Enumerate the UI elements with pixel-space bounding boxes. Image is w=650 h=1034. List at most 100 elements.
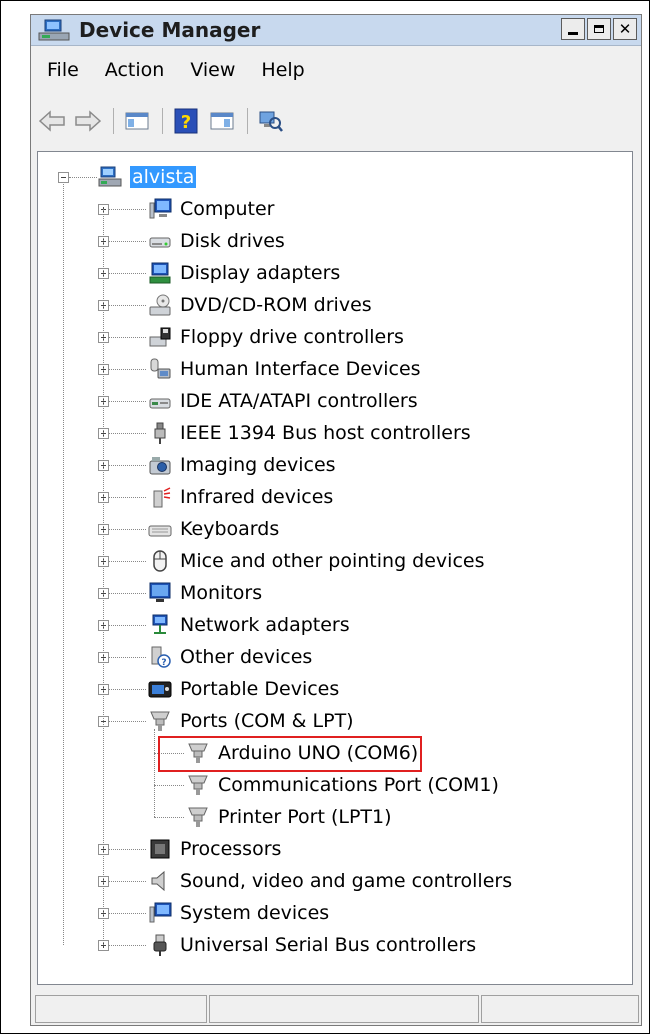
maximize-button[interactable] — [587, 18, 611, 40]
floppy-controller-icon — [148, 325, 172, 349]
tree-category-19[interactable]: System devices — [148, 898, 329, 928]
tree-category-6[interactable]: IDE ATA/ATAPI controllers — [148, 386, 418, 416]
computer-network-icon — [98, 165, 122, 189]
back-button[interactable] — [37, 106, 67, 136]
tree-connector-line — [109, 497, 146, 498]
menu-action[interactable]: Action — [95, 55, 181, 85]
forward-button[interactable] — [73, 106, 103, 136]
back-arrow-icon — [38, 110, 65, 132]
menu-help[interactable]: Help — [251, 55, 320, 85]
scan-hardware-button[interactable] — [256, 106, 286, 136]
tree-connector-line — [109, 465, 146, 466]
tree-device-16-1[interactable]: Communications Port (COM1) — [186, 770, 499, 800]
tree-connector-line — [109, 433, 146, 434]
tree-node-label: Mice and other pointing devices — [180, 550, 485, 572]
properties-pane-icon — [210, 112, 234, 130]
tree-category-4[interactable]: Floppy drive controllers — [148, 322, 404, 352]
tree-node-label: Computer — [180, 198, 275, 220]
tree-node-label: Network adapters — [180, 614, 350, 636]
maximize-icon — [594, 25, 604, 33]
tree-category-8[interactable]: Imaging devices — [148, 450, 336, 480]
ieee1394-icon — [148, 421, 172, 445]
tree-category-16[interactable]: Ports (COM & LPT) — [148, 706, 354, 736]
close-button[interactable]: ✕ — [613, 18, 637, 40]
tree-connector-line — [109, 721, 146, 722]
infrared-icon — [148, 485, 172, 509]
svg-text:?: ? — [161, 658, 166, 668]
tree-connector-line — [63, 184, 64, 945]
tree-node-label: Monitors — [180, 582, 263, 604]
usb-icon — [148, 933, 172, 957]
minimize-icon — [568, 31, 578, 35]
tree-category-11[interactable]: Mice and other pointing devices — [148, 546, 484, 576]
tree-connector-line — [109, 273, 146, 274]
tree-category-12[interactable]: Monitors — [148, 578, 262, 608]
toolbar-separator — [113, 108, 114, 134]
tree-node-label: Processors — [180, 838, 282, 860]
tree-connector-line — [154, 729, 155, 817]
menu-file[interactable]: File — [37, 55, 95, 85]
mouse-icon — [148, 549, 172, 573]
tree-node-label: System devices — [180, 902, 330, 924]
show-hide-console-tree-button[interactable] — [122, 106, 152, 136]
minimize-button[interactable] — [561, 18, 585, 40]
status-pane-right — [481, 995, 639, 1023]
tree-node-label: Universal Serial Bus controllers — [180, 934, 477, 956]
tree-connector-line — [109, 913, 146, 914]
tree-category-1[interactable]: Disk drives — [148, 226, 285, 256]
tree-category-0[interactable]: Computer — [148, 194, 274, 224]
properties-pane-button[interactable] — [207, 106, 237, 136]
tree-connector-line — [109, 881, 146, 882]
port-connector-icon — [186, 773, 210, 797]
tree-connector-line — [109, 529, 146, 530]
menu-bar: File Action View Help — [37, 55, 321, 85]
tree-category-20[interactable]: Universal Serial Bus controllers — [148, 930, 476, 960]
tree-connector-line — [109, 689, 146, 690]
tree-node-label: Portable Devices — [180, 678, 340, 700]
tree-device-16-2[interactable]: Printer Port (LPT1) — [186, 802, 392, 832]
tree-category-9[interactable]: Infrared devices — [148, 482, 333, 512]
device-manager-window: Device Manager ✕ File Action View Help ? — [30, 14, 642, 1026]
tree-category-17[interactable]: Processors — [148, 834, 281, 864]
tree-category-10[interactable]: Keyboards — [148, 514, 279, 544]
help-button[interactable]: ? — [171, 106, 201, 136]
computer-icon — [148, 197, 172, 221]
tree-node-label: Floppy drive controllers — [180, 326, 404, 348]
camera-icon — [148, 453, 172, 477]
help-icon: ? — [174, 108, 198, 134]
tree-node-label: Human Interface Devices — [180, 358, 421, 380]
tree-category-18[interactable]: Sound, video and game controllers — [148, 866, 512, 896]
tree-node-label: Other devices — [180, 646, 313, 668]
tree-connector-line — [109, 369, 146, 370]
tree-connector-line — [109, 401, 146, 402]
tree-category-14[interactable]: ? Other devices — [148, 642, 312, 672]
tree-connector-line — [109, 657, 146, 658]
svg-text:?: ? — [181, 112, 191, 133]
device-tree-view[interactable]: alvista Computer Disk drives Display adapte… — [37, 151, 633, 985]
window-title: Device Manager — [79, 18, 261, 42]
tree-node-label: Sound, video and game controllers — [180, 870, 513, 892]
tree-category-2[interactable]: Display adapters — [148, 258, 340, 288]
tree-connector-line — [109, 241, 146, 242]
tree-connector-line — [109, 849, 146, 850]
tree-node-label: Imaging devices — [180, 454, 336, 476]
port-connector-icon — [186, 805, 210, 829]
dvd-drive-icon — [148, 293, 172, 317]
title-bar[interactable]: Device Manager ✕ — [31, 15, 641, 46]
tree-node-label: Printer Port (LPT1) — [218, 806, 392, 828]
tree-connector-line — [109, 209, 146, 210]
toolbar-separator — [162, 108, 163, 134]
monitor-icon — [148, 581, 172, 605]
menu-view[interactable]: View — [180, 55, 251, 85]
tree-category-13[interactable]: Network adapters — [148, 610, 350, 640]
tree-node-label: DVD/CD-ROM drives — [180, 294, 372, 316]
portable-device-icon — [148, 677, 172, 701]
tree-category-15[interactable]: Portable Devices — [148, 674, 339, 704]
tree-node-label: IEEE 1394 Bus host controllers — [180, 422, 471, 444]
tree-category-7[interactable]: IEEE 1394 Bus host controllers — [148, 418, 471, 448]
tree-category-3[interactable]: DVD/CD-ROM drives — [148, 290, 372, 320]
tree-category-5[interactable]: Human Interface Devices — [148, 354, 421, 384]
tree-root-node[interactable]: alvista — [98, 162, 197, 192]
highlight-annotation-box — [158, 736, 422, 772]
collapse-toggle[interactable] — [58, 172, 69, 183]
